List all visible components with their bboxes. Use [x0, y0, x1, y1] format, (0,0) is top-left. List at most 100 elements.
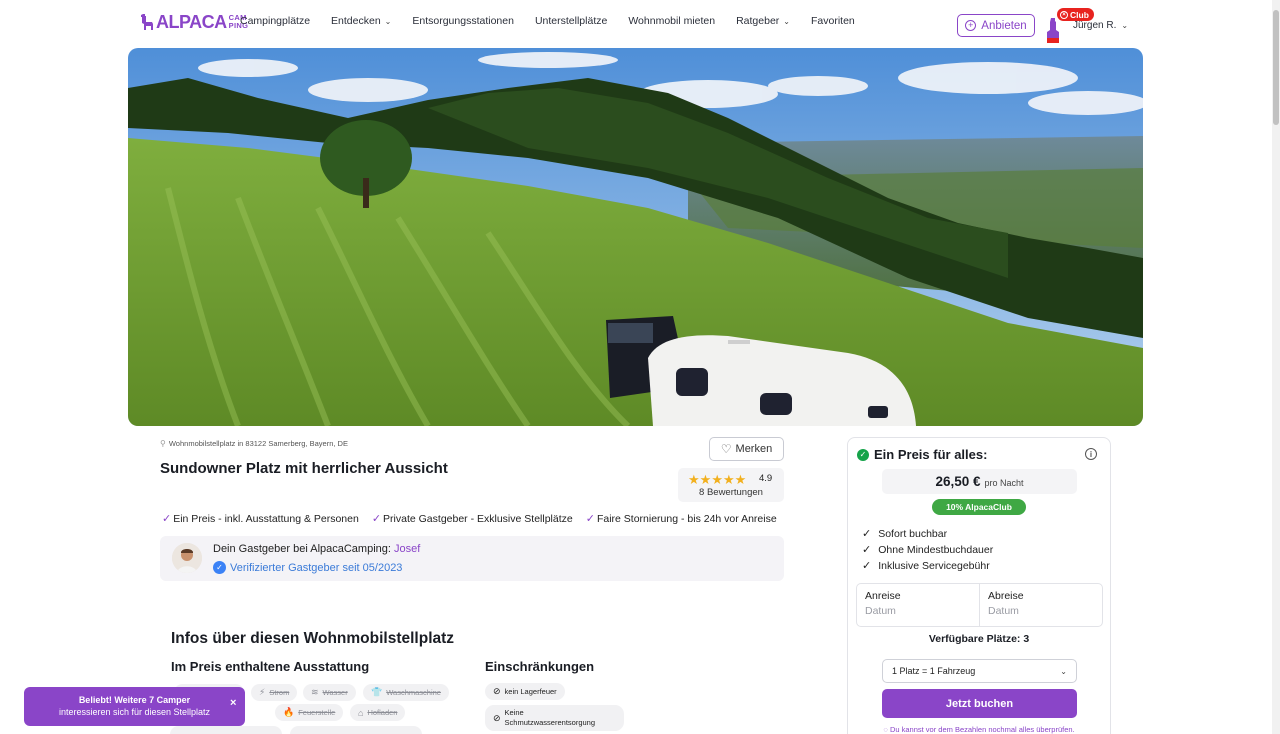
host-intro-text: Dein Gastgeber bei AlpacaCamping: — [213, 543, 394, 555]
nav-label: Entdecken — [331, 15, 381, 27]
equipment-label: Wasser — [322, 688, 348, 697]
nav-entsorgungsstationen[interactable]: Entsorgungsstationen — [412, 15, 514, 27]
chevron-down-icon: ⌄ — [783, 16, 790, 26]
save-button-label: Merken — [735, 443, 773, 455]
equipment-label: Feuerstelle — [298, 708, 336, 717]
verified-check-icon: ✓ — [213, 561, 226, 574]
user-menu[interactable]: × Club Jürgen R. ⌄ — [1044, 8, 1134, 43]
club-discount-badge: 10% AlpacaClub — [932, 499, 1026, 515]
forbidden-icon: ⊘ — [493, 713, 501, 723]
feature-item: ✓ Faire Stornierung - bis 24h vor Anreise — [585, 512, 777, 526]
nav-label: Unterstellplätze — [534, 15, 608, 27]
popularity-toast: Beliebt! Weitere 7 Camper interessieren … — [24, 687, 245, 726]
rating-stars: ★ ★ ★ ★ ★ — [688, 472, 747, 488]
spot-select[interactable]: 1 Platz = 1 Fahrzeug ⌄ — [882, 659, 1077, 683]
price-box: 26,50 € pro Nacht — [882, 469, 1077, 494]
page-scrollbar[interactable] — [1272, 0, 1280, 734]
close-icon[interactable]: × — [230, 697, 236, 709]
heart-icon: ♡ — [720, 442, 732, 456]
lightning-icon: ⚡ — [259, 687, 266, 697]
equipment-chip-waschmaschine: 👕 Waschmaschine — [363, 684, 449, 701]
arrival-placeholder: Datum — [865, 605, 896, 617]
shield-icon: ◌ — [883, 725, 888, 734]
available-spots: Verfügbare Plätze: 3 — [928, 633, 1030, 645]
nav-label: Favoriten — [811, 15, 855, 27]
nav-campingplaetze[interactable]: Campingplätze — [240, 15, 310, 27]
alpaca-avatar-icon — [1047, 18, 1059, 43]
feature-item: ✓ Ein Preis - inkl. Ausstattung & Persone… — [162, 512, 359, 526]
host-card[interactable]: Dein Gastgeber bei AlpacaCamping: Josef … — [160, 536, 784, 581]
equipment-chip-feuerstelle: 🔥 Feuerstelle — [275, 704, 344, 721]
alpaca-camping-logo[interactable]: ALPACA CAM PING — [140, 12, 248, 32]
plus-circle-icon: + — [965, 20, 977, 31]
book-now-button[interactable]: Jetzt buchen — [882, 689, 1077, 718]
location-text: Wohnmobilstellplatz in 83122 Samerberg, … — [168, 439, 348, 448]
arrival-date-field[interactable]: Anreise Datum — [857, 584, 979, 626]
hero-photo[interactable] — [128, 48, 1143, 426]
alpaca-logo-icon — [141, 14, 153, 30]
booking-note-text: Du kannst vor dem Bezahlen nochmal alles… — [889, 725, 1075, 734]
nav-entdecken[interactable]: Entdecken ⌄ — [331, 15, 391, 27]
logo-wordmark: ALPACA — [156, 12, 227, 32]
shop-icon: ⌂ — [358, 707, 364, 718]
chevron-down-icon: ⌄ — [384, 16, 392, 26]
scrollbar-thumb[interactable] — [1273, 10, 1279, 125]
price-unit: pro Nacht — [984, 478, 1024, 488]
nav-ratgeber[interactable]: Ratgeber ⌄ — [736, 15, 790, 27]
departure-placeholder: Datum — [988, 605, 1019, 617]
price-value: 26,50 € — [935, 474, 981, 489]
booking-note: ◌ Du kannst vor dem Bezahlen nochmal all… — [848, 725, 1110, 734]
star-icon: ★ — [711, 472, 723, 487]
main-nav: Campingplätze Entdecken ⌄ Entsorgungsstat… — [240, 15, 855, 27]
nav-label: Ratgeber — [736, 15, 780, 27]
booking-perks: ✓ Sofort buchbar ✓ Ohne Mindestbuchdauer ✓… — [862, 527, 994, 573]
feature-text: Ein Preis - inkl. Ausstattung & Personen — [173, 512, 359, 525]
check-icon: ✓ — [862, 544, 872, 556]
equipment-chip-wasser: ≋ Wasser — [303, 684, 356, 701]
included-equipment-title: Im Preis enthaltene Ausstattung — [171, 659, 370, 674]
nav-unterstellplaetze[interactable]: Unterstellplätze — [535, 15, 607, 27]
rating-box[interactable]: ★ ★ ★ ★ ★ 4.9 8 Bewertungen — [678, 468, 784, 502]
check-icon: ✓ — [862, 528, 872, 540]
booking-card-heading: ✓ Ein Preis für alles: — [857, 447, 987, 462]
offer-button[interactable]: + Anbieten — [957, 14, 1035, 37]
perk-item: ✓ Ohne Mindestbuchdauer — [862, 543, 994, 557]
save-button[interactable]: ♡ Merken — [709, 437, 784, 461]
restriction-label: kein Lagerfeuer — [504, 687, 557, 696]
host-verified: ✓ Verifizierter Gastgeber seit 05/2023 — [213, 561, 402, 574]
user-name: Jürgen R. ⌄ — [1073, 20, 1128, 31]
check-circle-icon: ✓ — [857, 448, 869, 461]
map-pin-icon: ⚲ — [160, 439, 166, 448]
booking-card: ✓ Ein Preis für alles: i 26,50 € pro Nac… — [847, 437, 1111, 734]
infos-section-title: Infos über diesen Wohnmobilstellplatz — [171, 630, 455, 647]
nav-favoriten[interactable]: Favoriten — [811, 15, 855, 27]
star-icon: ★ — [722, 472, 735, 487]
equipment-chip-cut-off — [290, 726, 422, 734]
toast-line1: Beliebt! Weitere 7 Camper — [78, 695, 191, 705]
club-badge-label: Club — [1070, 9, 1089, 20]
chevron-down-icon: ⌄ — [1060, 666, 1067, 676]
equipment-chip-cut-off — [170, 726, 282, 734]
booking-head-text: Ein Preis für alles: — [874, 447, 988, 462]
perk-text: Ohne Mindestbuchdauer — [878, 543, 994, 556]
offer-button-label: Anbieten — [981, 19, 1027, 32]
info-icon[interactable]: i — [1085, 448, 1097, 460]
check-icon: ✓ — [585, 513, 595, 525]
star-icon: ★ — [734, 472, 747, 487]
date-picker: Anreise Datum Abreise Datum — [856, 583, 1103, 627]
nav-wohnmobil-mieten[interactable]: Wohnmobil mieten — [628, 15, 715, 27]
check-icon: ✓ — [862, 560, 872, 572]
host-name-link[interactable]: Josef — [394, 543, 420, 555]
departure-label: Abreise — [988, 590, 1024, 602]
restriction-chip-lagerfeuer: ⊘ kein Lagerfeuer — [485, 683, 565, 700]
host-verified-text: Verifizierter Gastgeber seit 05/2023 — [230, 561, 403, 574]
user-name-label: Jürgen R. — [1073, 20, 1117, 31]
departure-date-field[interactable]: Abreise Datum — [979, 584, 1102, 626]
feature-item: ✓ Private Gastgeber - Exklusive Stellplät… — [372, 512, 573, 526]
feature-text: Private Gastgeber - Exklusive Stellplätz… — [383, 512, 573, 525]
arrival-label: Anreise — [865, 590, 901, 602]
host-photo — [172, 543, 202, 573]
chevron-down-icon: ⌄ — [1121, 21, 1129, 30]
equipment-label: Hofladen — [367, 708, 398, 717]
nav-label: Wohnmobil mieten — [628, 15, 716, 27]
